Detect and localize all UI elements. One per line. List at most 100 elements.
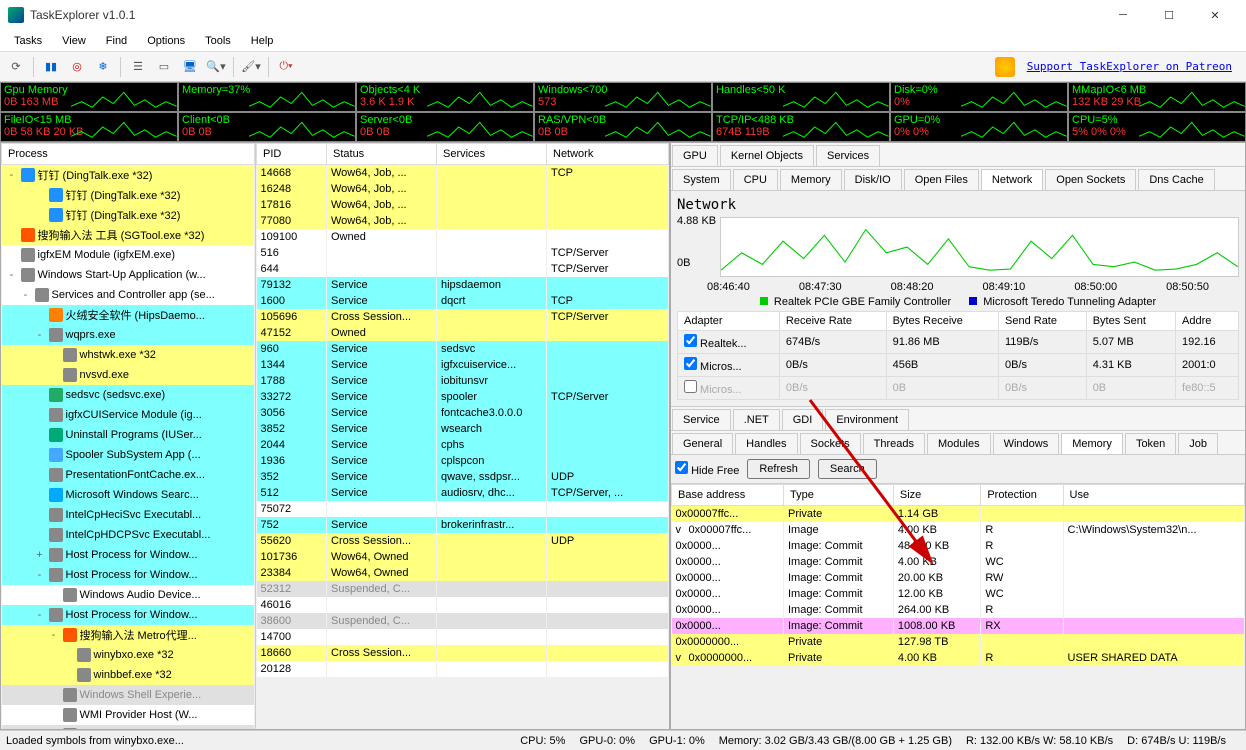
process-data-row[interactable]: 47152Owned: [257, 325, 669, 341]
process-row[interactable]: nvsvd.exe: [2, 365, 255, 385]
tab-gpu[interactable]: GPU: [672, 145, 718, 166]
tab-threads[interactable]: Threads: [863, 433, 925, 454]
menu-help[interactable]: Help: [241, 33, 284, 49]
process-row[interactable]: -搜狗输入法 Metro代理...: [2, 625, 255, 645]
adapter-row[interactable]: Realtek...674B/s91.86 MB119B/s5.07 MB192…: [678, 331, 1239, 354]
patreon-link[interactable]: Support TaskExplorer on Patreon: [1027, 60, 1232, 73]
tab-job[interactable]: Job: [1178, 433, 1218, 454]
menu-tools[interactable]: Tools: [195, 33, 241, 49]
tab-cpu[interactable]: CPU: [733, 169, 778, 190]
process-data-row[interactable]: 352Serviceqwave, ssdpsr...UDP: [257, 469, 669, 485]
col-services[interactable]: Services: [437, 144, 547, 165]
process-row[interactable]: -Windows Start-Up Application (w...: [2, 265, 255, 285]
process-data-row[interactable]: 33272ServicespoolerTCP/Server: [257, 389, 669, 405]
process-row[interactable]: igfxCUIService Module (ig...: [2, 405, 255, 425]
maximize-button[interactable]: ☐: [1146, 0, 1192, 30]
memory-row[interactable]: 0x0000...Image: Commit20.00 KBRW: [672, 570, 1245, 586]
process-data-row[interactable]: 105696Cross Session...TCP/Server: [257, 309, 669, 325]
window-small-icon[interactable]: ▭: [152, 55, 176, 79]
tab-diskio[interactable]: Disk/IO: [844, 169, 902, 190]
search-button[interactable]: Search: [818, 459, 877, 479]
col-network[interactable]: Network: [547, 144, 669, 165]
tab-opensockets[interactable]: Open Sockets: [1045, 169, 1136, 190]
memory-row[interactable]: v 0x0000000...Private4.00 KBRUSER SHARED…: [672, 650, 1245, 666]
tab-system[interactable]: System: [672, 169, 731, 190]
process-row[interactable]: igfxEM Module (igfxEM.exe): [2, 245, 255, 265]
process-data-row[interactable]: 752Servicebrokerinfrastr...: [257, 517, 669, 533]
process-data-row[interactable]: 644TCP/Server: [257, 261, 669, 277]
tab-services[interactable]: Services: [816, 145, 880, 166]
process-data-row[interactable]: 20128: [257, 661, 669, 677]
memory-row[interactable]: v 0x00007ffc...Image4.00 KBRC:\Windows\S…: [672, 522, 1245, 538]
process-row[interactable]: Search and Cortana a...: [2, 725, 255, 729]
refresh-icon[interactable]: ⟳: [4, 55, 28, 79]
tab-openfiles[interactable]: Open Files: [904, 169, 979, 190]
memory-row[interactable]: 0x0000...Image: Commit4.00 KBWC: [672, 554, 1245, 570]
tab-gdi[interactable]: GDI: [782, 409, 824, 430]
process-data-row[interactable]: 79132Servicehipsdaemon: [257, 277, 669, 293]
tab-memory[interactable]: Memory: [780, 169, 842, 190]
process-row[interactable]: 火绒安全软件 (HipsDaemo...: [2, 305, 255, 325]
process-data-row[interactable]: 1344Serviceigfxcuiservice...: [257, 357, 669, 373]
hide-free-checkbox[interactable]: Hide Free: [675, 461, 739, 477]
snowflake-icon[interactable]: ❄: [91, 55, 115, 79]
process-row[interactable]: Windows Audio Device...: [2, 585, 255, 605]
process-row[interactable]: winbbef.exe *32: [2, 665, 255, 685]
process-data-row[interactable]: 101736Wow64, Owned: [257, 549, 669, 565]
process-data-row[interactable]: 18660Cross Session...: [257, 645, 669, 661]
process-row[interactable]: -Host Process for Window...: [2, 605, 255, 625]
process-data-row[interactable]: 23384Wow64, Owned: [257, 565, 669, 581]
process-data-row[interactable]: 1936Servicecplspcon: [257, 453, 669, 469]
col-pid[interactable]: PID: [257, 144, 327, 165]
process-data-row[interactable]: 14668Wow64, Job, ...TCP: [257, 165, 669, 182]
refresh-button[interactable]: Refresh: [747, 459, 810, 479]
menu-view[interactable]: View: [52, 33, 96, 49]
process-data-row[interactable]: 38600Suspended, C...: [257, 613, 669, 629]
menu-tasks[interactable]: Tasks: [4, 33, 52, 49]
process-data-row[interactable]: 46016: [257, 597, 669, 613]
process-row[interactable]: sedsvc (sedsvc.exe): [2, 385, 255, 405]
tab-network[interactable]: Network: [981, 169, 1043, 190]
tree-icon[interactable]: ☰: [126, 55, 150, 79]
process-data-row[interactable]: 3056Servicefontcache3.0.0.0: [257, 405, 669, 421]
process-data-row[interactable]: 960Servicesedsvc: [257, 341, 669, 357]
process-data-row[interactable]: 109100Owned: [257, 229, 669, 245]
target-icon[interactable]: ◎: [65, 55, 89, 79]
process-row[interactable]: IntelCpHeciSvc Executabl...: [2, 505, 255, 525]
tab-handles[interactable]: Handles: [735, 433, 797, 454]
memory-row[interactable]: 0x00007ffc...Private1.14 GB: [672, 506, 1245, 523]
memory-row[interactable]: 0x0000...Image: Commit264.00 KBR: [672, 602, 1245, 618]
memory-row[interactable]: 0x0000...Image: Commit1008.00 KBRX: [672, 618, 1245, 634]
memory-row[interactable]: 0x0000...Image: Commit484.00 KBR: [672, 538, 1245, 554]
process-data-row[interactable]: 3852Servicewsearch: [257, 421, 669, 437]
process-row[interactable]: Microsoft Windows Searc...: [2, 485, 255, 505]
process-row[interactable]: -wqprs.exe: [2, 325, 255, 345]
process-row[interactable]: winybxo.exe *32: [2, 645, 255, 665]
col-status[interactable]: Status: [327, 144, 437, 165]
menu-options[interactable]: Options: [137, 33, 195, 49]
pause-icon[interactable]: ▮▮: [39, 55, 63, 79]
process-row[interactable]: WMI Provider Host (W...: [2, 705, 255, 725]
memory-row[interactable]: 0x0000...Image: Commit12.00 KBWC: [672, 586, 1245, 602]
process-data-row[interactable]: 75072: [257, 501, 669, 517]
tab-sockets[interactable]: Sockets: [800, 433, 861, 454]
minimize-button[interactable]: ─: [1100, 0, 1146, 30]
tab-windows[interactable]: Windows: [993, 433, 1060, 454]
tab-modules[interactable]: Modules: [927, 433, 991, 454]
process-row[interactable]: Spooler SubSystem App (...: [2, 445, 255, 465]
tab-dnscache[interactable]: Dns Cache: [1138, 169, 1214, 190]
search-icon[interactable]: 🔍▾: [204, 55, 228, 79]
adapter-row[interactable]: Micros...0B/s456B0B/s4.31 KB2001:0: [678, 354, 1239, 377]
monitor-icon[interactable]: 🖥: [178, 55, 202, 79]
process-row[interactable]: 钉钉 (DingTalk.exe *32): [2, 205, 255, 225]
power-icon[interactable]: ⏻▾: [274, 55, 298, 79]
process-data-row[interactable]: 14700: [257, 629, 669, 645]
process-data-row[interactable]: 16248Wow64, Job, ...: [257, 181, 669, 197]
process-row[interactable]: -钉钉 (DingTalk.exe *32): [2, 165, 255, 186]
process-data-row[interactable]: 1600ServicedqcrtTCP: [257, 293, 669, 309]
close-button[interactable]: ✕: [1192, 0, 1238, 30]
process-row[interactable]: Uninstall Programs (IUSer...: [2, 425, 255, 445]
process-row[interactable]: -Services and Controller app (se...: [2, 285, 255, 305]
process-data-row[interactable]: 55620Cross Session...UDP: [257, 533, 669, 549]
col-process[interactable]: Process: [2, 144, 255, 165]
